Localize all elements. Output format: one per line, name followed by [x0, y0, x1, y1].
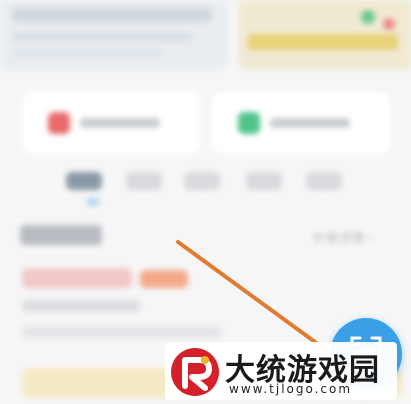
watermark: 大统游戏园 www.tjlogo.com [165, 342, 397, 400]
red-r-logo-icon [171, 348, 219, 396]
watermark-url: www.tjlogo.com [229, 382, 353, 396]
